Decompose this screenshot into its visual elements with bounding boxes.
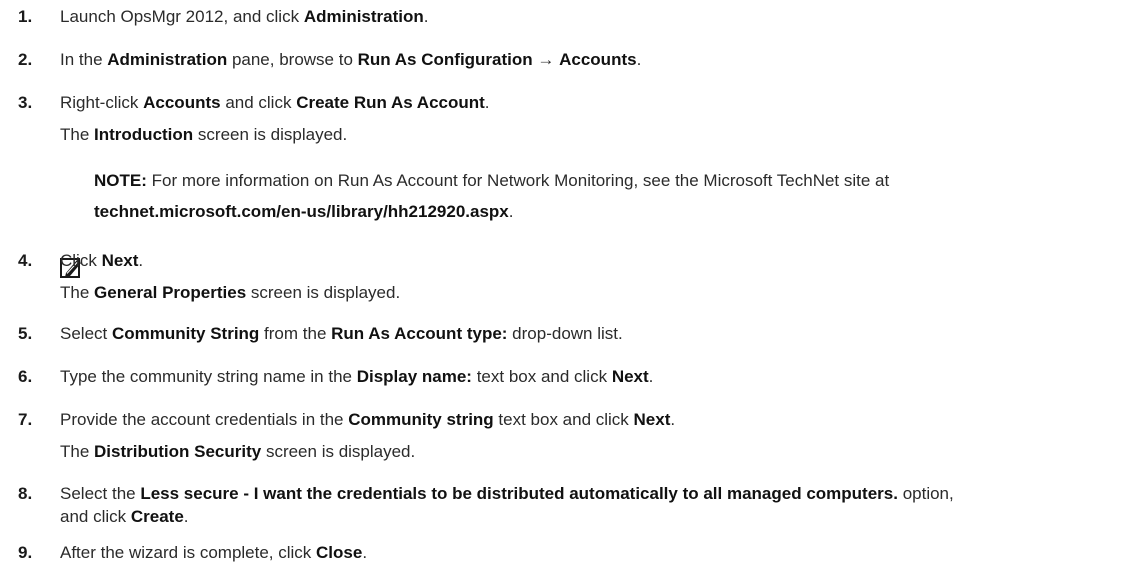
step-8-continuation: and click Create.	[60, 507, 189, 526]
step-5-text: Select Community String from the Run As …	[60, 324, 623, 343]
step-7-number: 7.	[18, 410, 33, 429]
note-link-line: technet.microsoft.com/en-us/library/hh21…	[94, 202, 514, 221]
step-7-text: Provide the account credentials in the C…	[60, 410, 676, 429]
step-6-text: Type the community string name in the Di…	[60, 367, 654, 386]
note-text: NOTE: For more information on Run As Acc…	[94, 171, 890, 190]
step-4-result: The General Properties screen is display…	[60, 283, 401, 302]
step-4-text: Click Next.	[60, 251, 144, 270]
step-4-number: 4.	[18, 251, 33, 270]
step-3-number: 3.	[18, 93, 33, 112]
step-8-number: 8.	[18, 484, 33, 503]
step-3-text: Right-click Accounts and click Create Ru…	[60, 93, 490, 112]
step-9-text: After the wizard is complete, click Clos…	[60, 543, 368, 562]
step-9-number: 9.	[18, 543, 33, 562]
step-2-text: In the Administration pane, browse to Ru…	[60, 50, 642, 69]
step-1-text: Launch OpsMgr 2012, and click Administra…	[60, 7, 429, 26]
step-1-number: 1.	[18, 7, 33, 26]
step-8-text: Select the Less secure - I want the cred…	[60, 484, 954, 503]
step-2-number: 2.	[18, 50, 33, 69]
step-5-number: 5.	[18, 324, 33, 343]
step-6-number: 6.	[18, 367, 33, 386]
step-3-result: The Introduction screen is displayed.	[60, 125, 348, 144]
technet-link[interactable]: technet.microsoft.com/en-us/library/hh21…	[94, 202, 509, 221]
step-7-result: The Distribution Security screen is disp…	[60, 442, 416, 461]
